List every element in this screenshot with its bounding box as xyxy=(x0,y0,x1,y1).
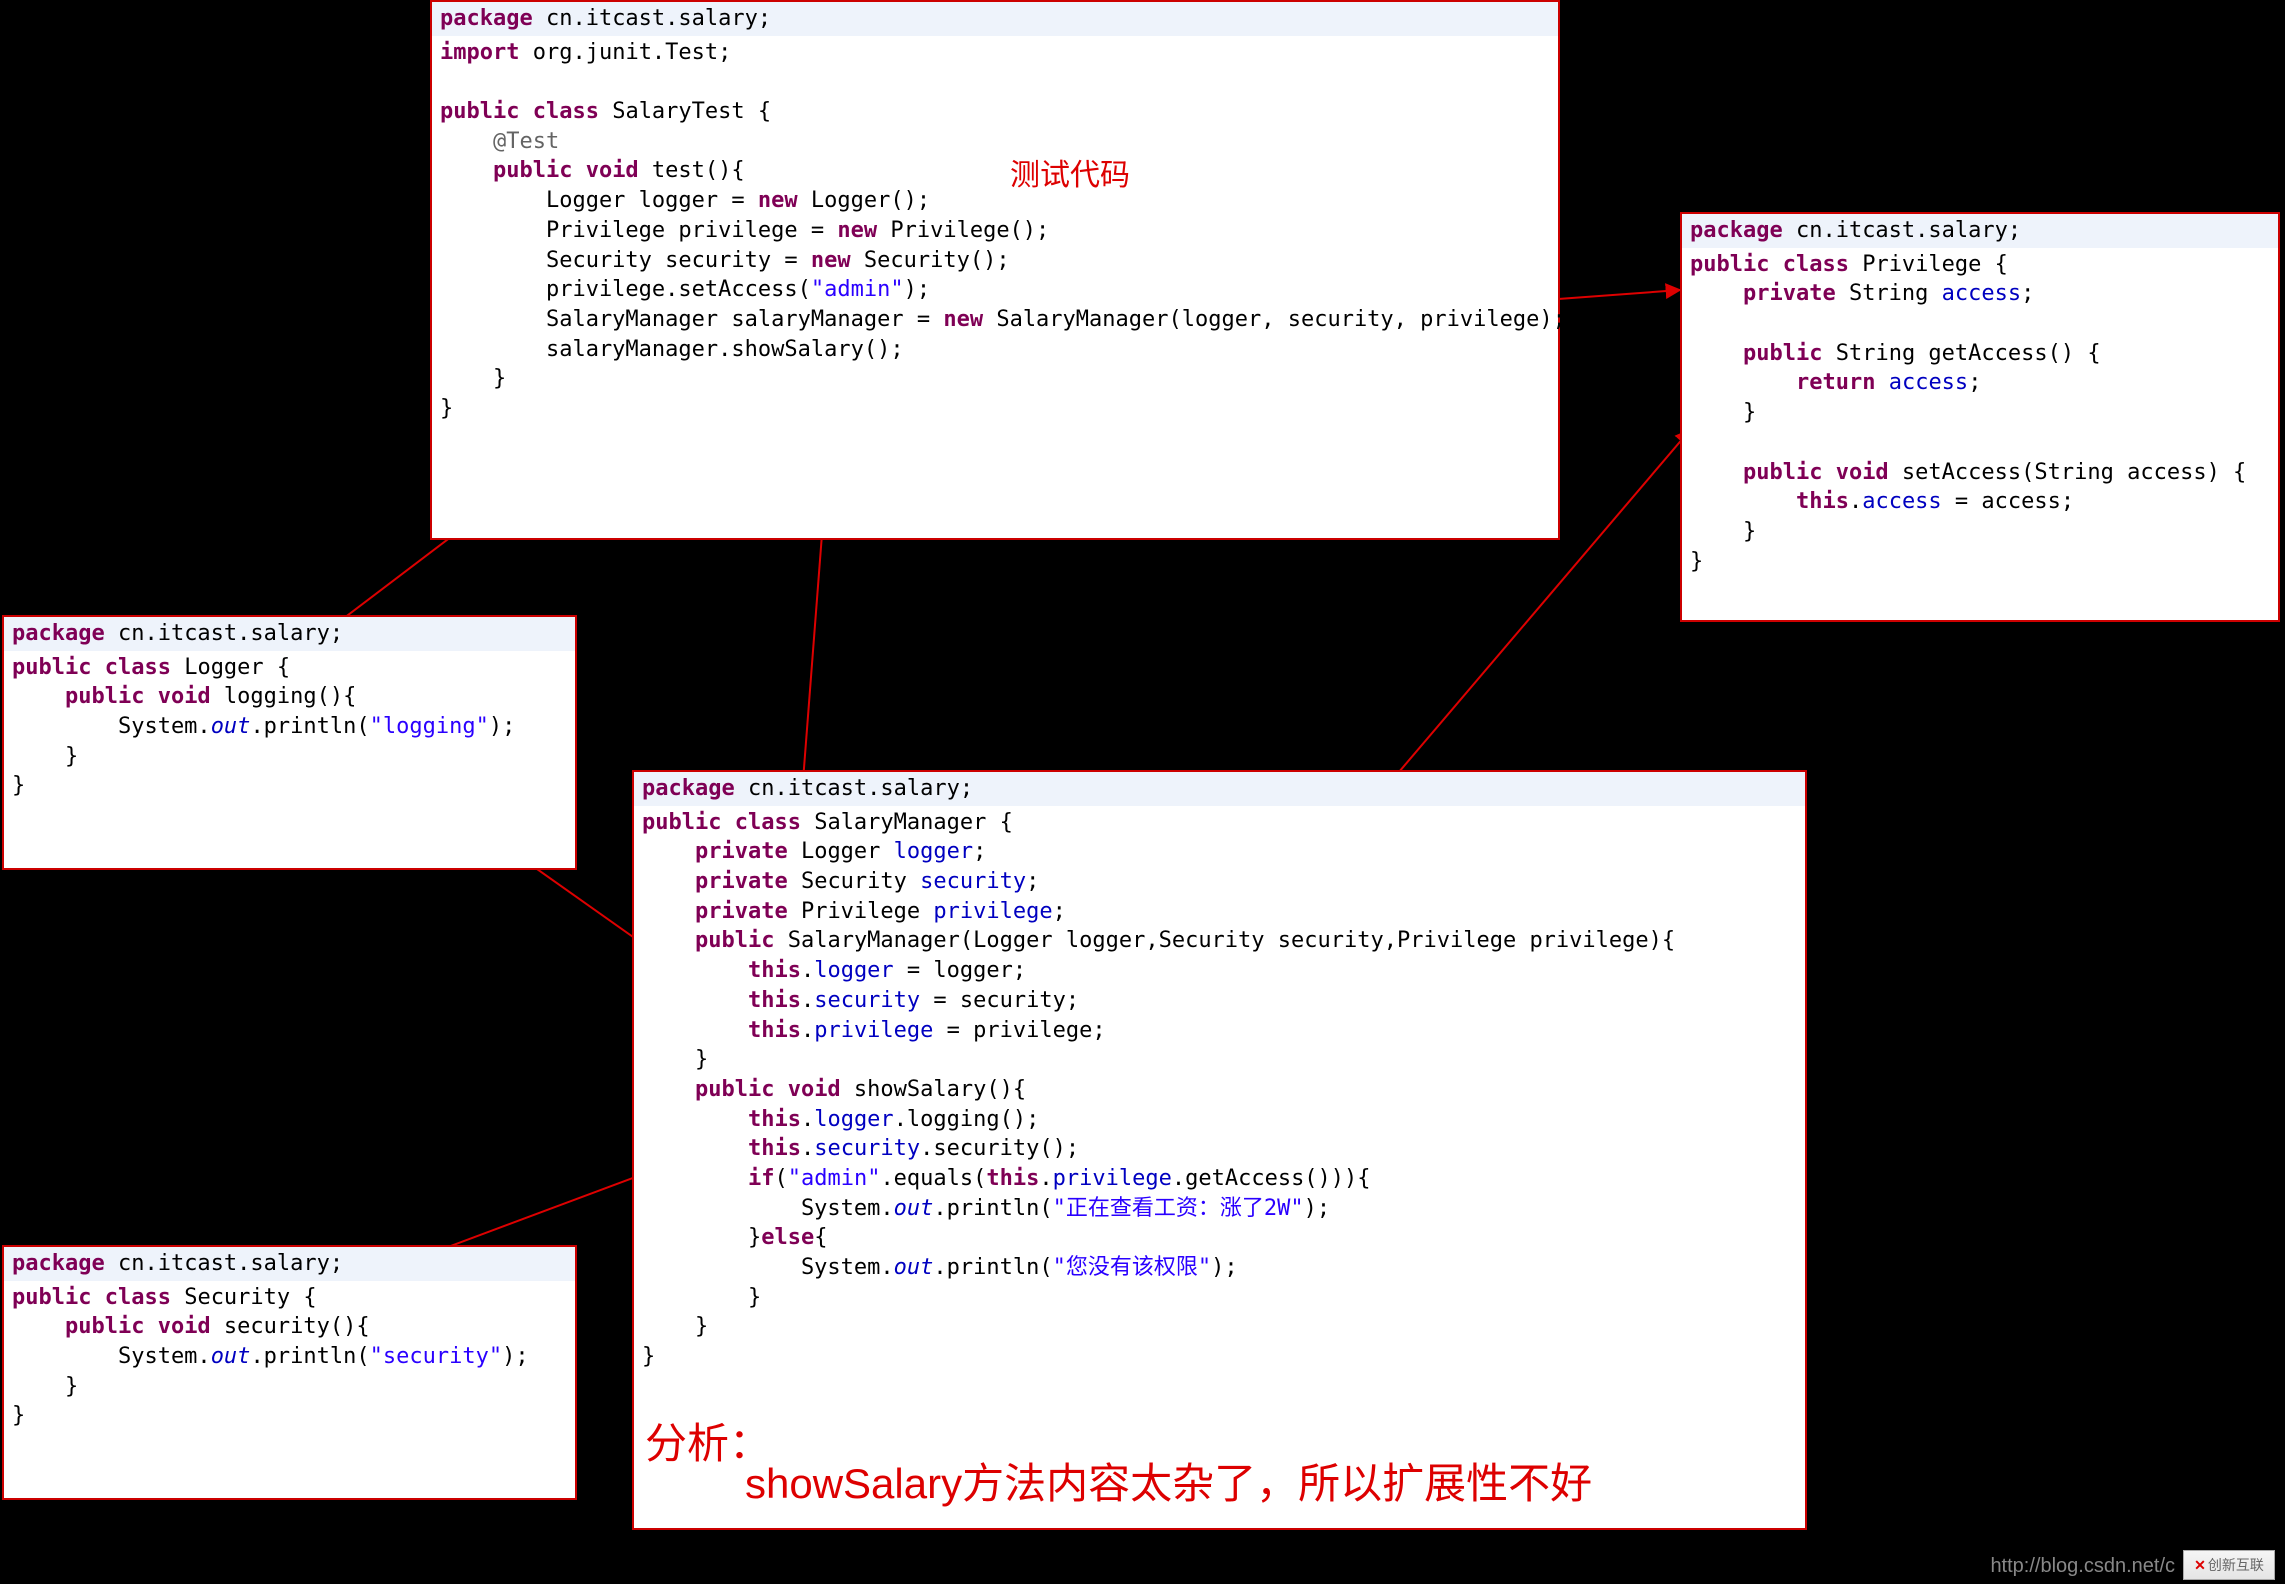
annotation-analysis-body: showSalary方法内容太杂了，所以扩展性不好 xyxy=(745,1450,1592,1511)
panel-salary-manager: package cn.itcast.salary; public class S… xyxy=(632,770,1807,1530)
footer-logo: ✕创新互联 xyxy=(2183,1550,2275,1580)
footer-url: http://blog.csdn.net/c xyxy=(1990,1555,2175,1578)
annotation-test-label: 测试代码 xyxy=(1010,150,1130,194)
panel-salary-test: package cn.itcast.salary; import org.jun… xyxy=(430,0,1560,540)
panel-security: package cn.itcast.salary; public class S… xyxy=(2,1245,577,1500)
panel-privilege: package cn.itcast.salary; public class P… xyxy=(1680,212,2280,622)
panel-logger: package cn.itcast.salary; public class L… xyxy=(2,615,577,870)
